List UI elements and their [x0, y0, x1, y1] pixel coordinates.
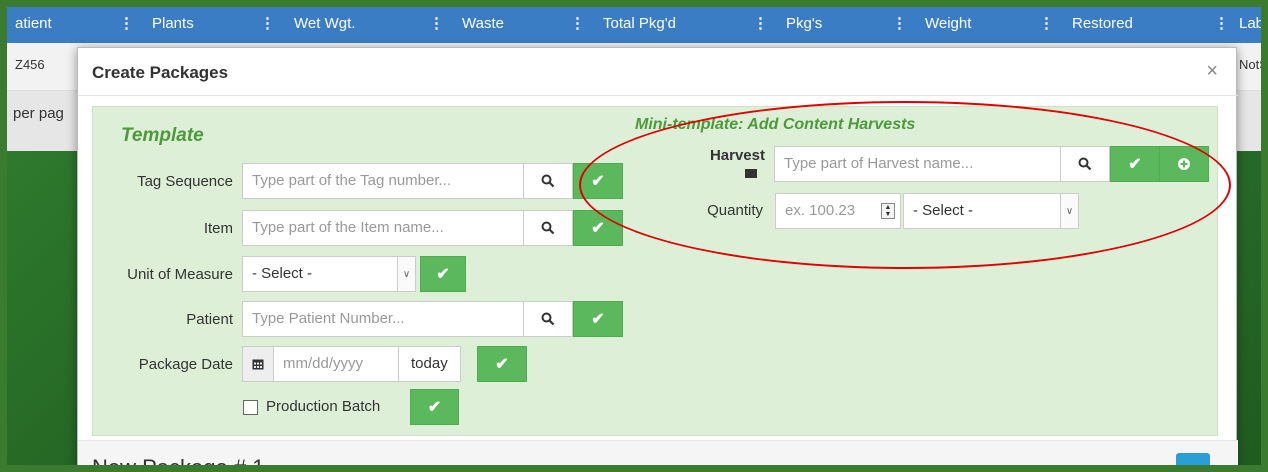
per-page-label: per pag: [13, 105, 64, 122]
harvest-input[interactable]: Type part of Harvest name...: [774, 146, 1062, 182]
item-label: Item: [203, 220, 233, 237]
template-panel: Template Tag Sequence Type part of the T…: [92, 106, 1218, 436]
tag-sequence-input[interactable]: Type part of the Tag number...: [242, 163, 524, 199]
template-heading: Template: [121, 125, 204, 146]
unit-of-measure-value: - Select -: [252, 265, 313, 282]
new-package-title: New Package # 1: [92, 455, 265, 472]
today-button[interactable]: today: [398, 346, 461, 382]
check-icon: ✔: [427, 399, 442, 416]
screenshot-frame: atient ⋮ Plants ⋮ Wet Wgt. ⋮ Waste ⋮ Tot…: [0, 0, 1268, 472]
grid-cell-status: NotS: [1239, 57, 1268, 72]
new-package-section: New Package # 1 -: [78, 440, 1238, 472]
background-grid-header: atient ⋮ Plants ⋮ Wet Wgt. ⋮ Waste ⋮ Tot…: [7, 7, 1261, 43]
grid-col-menu-icon[interactable]: ⋮: [429, 14, 444, 32]
grid-col-wet-weight[interactable]: Wet Wgt.: [294, 15, 355, 32]
modal-header: Create Packages ×: [78, 48, 1238, 96]
package-date-confirm-button[interactable]: ✔: [477, 346, 527, 382]
chevron-down-icon: ∨: [397, 257, 415, 291]
harvest-add-button[interactable]: [1159, 146, 1209, 182]
grid-col-pkgs[interactable]: Pkg's: [786, 15, 822, 32]
package-date-label: Package Date: [138, 356, 233, 373]
production-batch-checkbox[interactable]: [243, 400, 258, 415]
grid-col-menu-icon[interactable]: ⋮: [892, 14, 907, 32]
grid-col-menu-icon[interactable]: ⋮: [260, 14, 275, 32]
grid-col-restored[interactable]: Restored: [1072, 15, 1133, 32]
search-icon: [541, 312, 555, 326]
tag-search-button[interactable]: [523, 163, 573, 199]
grid-col-menu-icon[interactable]: ⋮: [1214, 14, 1229, 32]
grid-cell-tag: Z456: [15, 57, 45, 72]
package-date-input[interactable]: mm/dd/yyyy: [273, 346, 399, 382]
grid-col-menu-icon[interactable]: ⋮: [1039, 14, 1054, 32]
item-confirm-button[interactable]: ✔: [573, 210, 623, 246]
grid-col-menu-icon[interactable]: ⋮: [119, 14, 134, 32]
patient-confirm-button[interactable]: ✔: [573, 301, 623, 337]
patient-search-button[interactable]: [523, 301, 573, 337]
unit-of-measure-select[interactable]: - Select - ∨: [242, 256, 416, 292]
quantity-placeholder: ex. 100.23: [785, 202, 856, 219]
grid-col-menu-icon[interactable]: ⋮: [753, 14, 768, 32]
unit-of-measure-label: Unit of Measure: [127, 266, 233, 283]
modal-title: Create Packages: [92, 63, 229, 82]
unit-confirm-button[interactable]: ✔: [420, 256, 466, 292]
grid-col-total-pkgd[interactable]: Total Pkg'd: [603, 15, 676, 32]
mini-template-heading: Mini-template: Add Content Harvests: [635, 116, 916, 133]
production-batch-label: Production Batch: [266, 398, 381, 415]
grid-col-lab[interactable]: Lab: [1239, 15, 1261, 32]
patient-input[interactable]: Type Patient Number...: [242, 301, 524, 337]
check-icon: ✔: [591, 173, 605, 190]
calendar-icon[interactable]: [242, 346, 274, 382]
quantity-unit-value: - Select -: [913, 202, 974, 219]
item-search-button[interactable]: [523, 210, 573, 246]
check-icon: ✔: [436, 266, 450, 283]
chevron-down-icon: ∨: [1060, 194, 1078, 228]
grid-col-waste[interactable]: Waste: [462, 15, 504, 32]
search-icon: [1078, 157, 1092, 171]
minus-icon: -: [1190, 462, 1196, 472]
check-icon: ✔: [591, 220, 605, 237]
collapse-button[interactable]: -: [1176, 453, 1210, 472]
calendar-glyph: [252, 359, 264, 370]
tag-confirm-button[interactable]: ✔: [573, 163, 623, 199]
comment-icon[interactable]: [745, 169, 757, 178]
patient-label: Patient: [186, 311, 233, 328]
item-input[interactable]: Type part of the Item name...: [242, 210, 524, 246]
check-icon: ✔: [495, 356, 509, 373]
grid-col-weight[interactable]: Weight: [925, 15, 971, 32]
tag-sequence-label: Tag Sequence: [137, 173, 233, 190]
harvest-label: Harvest: [709, 147, 765, 164]
spinner-icon[interactable]: ▲ ▼: [881, 203, 895, 219]
grid-col-patient[interactable]: atient: [15, 15, 52, 32]
grid-col-plants[interactable]: Plants: [152, 15, 194, 32]
plus-circle-icon: [1178, 158, 1190, 170]
grid-col-menu-icon[interactable]: ⋮: [570, 14, 585, 32]
harvest-confirm-button[interactable]: ✔: [1110, 146, 1160, 182]
production-batch-confirm-button[interactable]: ✔: [410, 389, 459, 425]
check-icon: ✔: [1128, 156, 1142, 173]
close-icon[interactable]: ×: [1206, 60, 1218, 83]
quantity-unit-select[interactable]: - Select - ∨: [903, 193, 1079, 229]
harvest-search-button[interactable]: [1060, 146, 1110, 182]
search-icon: [541, 174, 555, 188]
quantity-label: Quantity: [707, 202, 763, 219]
quantity-input[interactable]: ex. 100.23 ▲ ▼: [775, 193, 901, 229]
check-icon: ✔: [591, 311, 605, 328]
search-icon: [541, 221, 555, 235]
create-packages-modal: Create Packages × Template Tag Sequence …: [77, 47, 1238, 472]
